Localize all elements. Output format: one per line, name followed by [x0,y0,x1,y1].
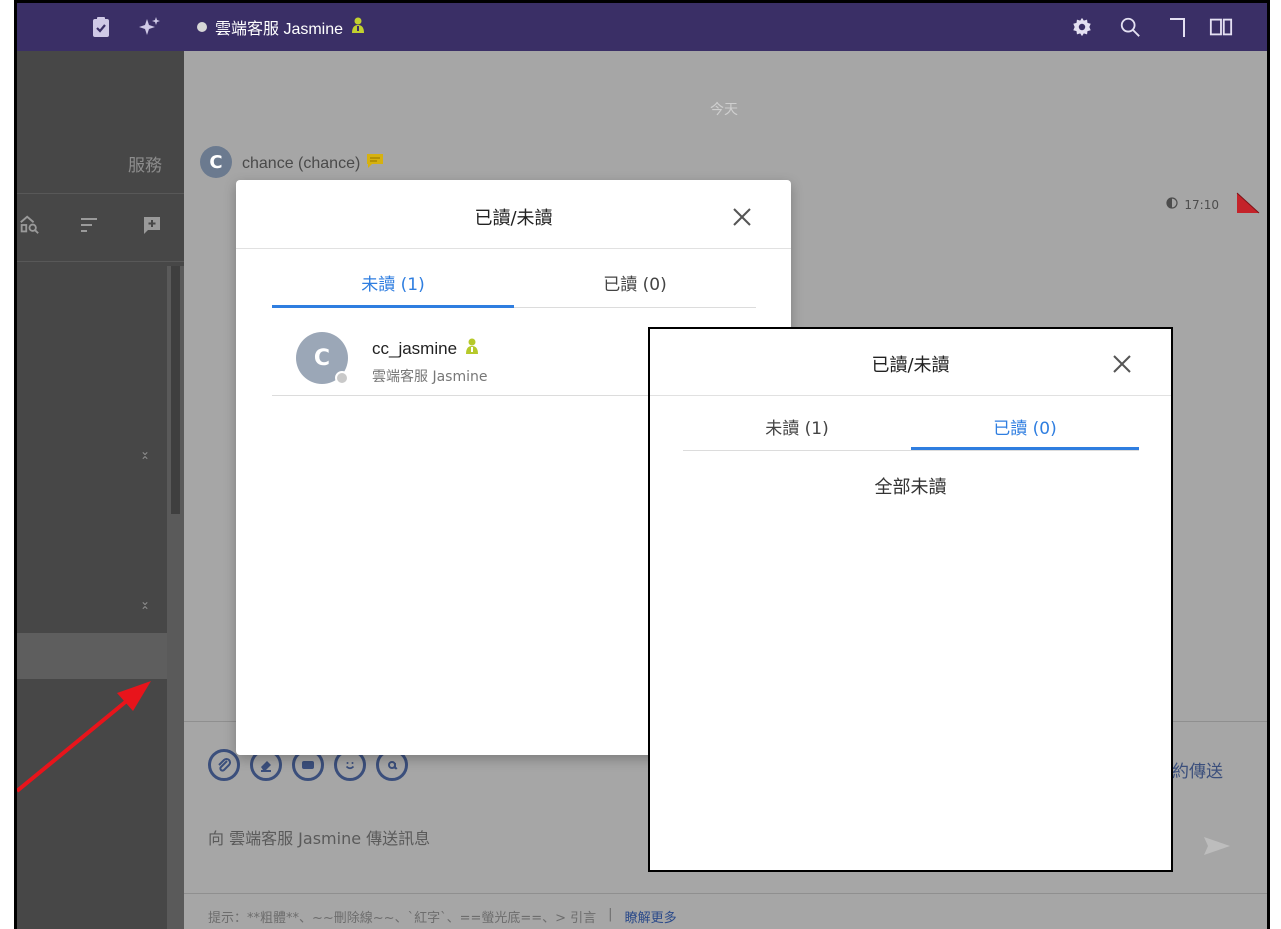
scrollbar-thumb[interactable] [171,266,180,514]
chat-bubble-icon [366,153,384,174]
send-icon[interactable] [1202,835,1232,857]
empty-state-message: 全部未讀 [874,477,947,498]
red-arrow-annotation [17,681,151,793]
clipboard-check-icon[interactable] [89,15,113,39]
attach-icon[interactable] [208,749,240,781]
sort-icon[interactable] [77,213,101,237]
dialog-title: 已讀/未讀 [474,208,553,229]
read-status-icon[interactable] [1166,197,1179,212]
tab-read[interactable]: 已讀 (0) [514,270,756,295]
user-name-text: cc_jasmine [372,338,458,358]
corner-icon[interactable] [1166,15,1190,39]
sidebar-divider [17,193,184,194]
filter-search-icon[interactable] [17,213,41,237]
active-tab-indicator [272,305,514,308]
flag-icon[interactable] [1235,191,1261,215]
sparkle-icon[interactable] [137,15,161,39]
gear-icon[interactable] [1070,15,1094,39]
chat-title: 雲端客服 Jasmine [197,3,365,51]
tab-bar-line [683,450,1139,451]
user-name: cc_jasmine [372,338,479,359]
message-time: 17:10 [1184,197,1219,212]
active-tab-indicator [911,447,1139,450]
agent-icon [465,338,479,359]
user-subtitle: 雲端客服 Jasmine [372,369,488,385]
tab-read[interactable]: 已讀 (0) [911,414,1139,439]
collapse-icon[interactable]: ⌄ ⌃ [137,595,153,617]
date-divider: 今天 [710,102,738,118]
search-icon[interactable] [1118,15,1142,39]
schedule-send-button[interactable]: 約傳送 [1172,757,1223,782]
dialog-divider [650,395,1171,396]
dialog-title: 已讀/未讀 [871,355,950,376]
add-chat-icon[interactable] [140,213,164,237]
formatting-hint: 提示：**粗體**、~~刪除線~~、`紅字`、==螢光底==、> 引言 | 瞭解… [208,907,677,926]
message-input[interactable]: 向 雲端客服 Jasmine 傳送訊息 [208,825,430,849]
message-sender: chance (chance) [242,153,384,174]
close-icon[interactable] [731,206,753,228]
panels-icon[interactable] [1209,15,1233,39]
dialog-divider [236,248,791,249]
contact-name: 雲端客服 Jasmine [215,21,344,38]
avatar[interactable]: C [200,146,232,178]
tab-unread[interactable]: 未讀 (1) [272,270,514,295]
hint-divider [184,893,1267,894]
sidebar-divider [17,261,184,262]
tab-unread[interactable]: 未讀 (1) [683,414,911,439]
close-icon[interactable] [1111,353,1133,375]
top-bar: 雲端客服 Jasmine [17,3,1267,51]
status-dot [197,22,207,32]
learn-more-link[interactable]: 瞭解更多 [625,907,677,926]
presence-dot [335,371,349,385]
collapse-icon[interactable]: ⌄ ⌃ [137,445,153,467]
agent-icon [351,17,365,38]
sender-name: chance (chance) [242,154,361,172]
read-status-dialog-read-tab: 已讀/未讀 未讀 (1) 已讀 (0) 全部未讀 [648,327,1173,872]
message-meta: 17:10 [1166,197,1219,212]
hint-text: 提示：**粗體**、~~刪除線~~、`紅字`、==螢光底==、> 引言 [208,911,597,926]
service-label: 服務 [128,156,162,176]
hint-separator: | [608,907,613,922]
